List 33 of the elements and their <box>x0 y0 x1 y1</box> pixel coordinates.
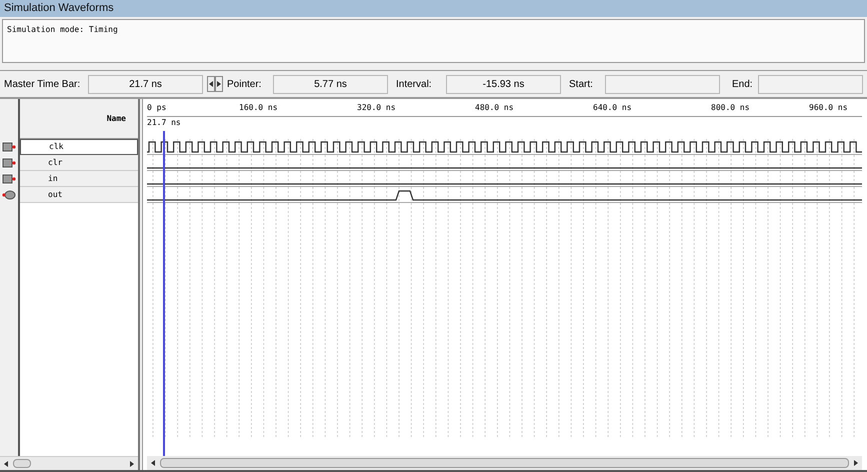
time-tick-label: 800.0 ns <box>711 102 750 114</box>
interval-label: Interval: <box>396 78 433 92</box>
signal-name[interactable]: in <box>20 171 138 187</box>
scroll-left-icon[interactable] <box>4 460 9 466</box>
start-label: Start: <box>569 78 594 92</box>
scrollbar-thumb[interactable] <box>160 458 849 468</box>
pointer-field[interactable]: 5.77 ns <box>273 74 388 94</box>
pointer-label: Pointer: <box>227 78 262 92</box>
signal-name[interactable]: clk <box>20 139 138 155</box>
scroll-right-icon[interactable] <box>129 460 134 466</box>
message-panel: Simulation mode: Timing <box>2 19 865 63</box>
signal-name[interactable]: clr <box>20 155 138 171</box>
window-title: Simulation Waveforms <box>0 0 867 17</box>
end-label: End: <box>732 78 754 92</box>
master-time-bar-field[interactable]: 21.7 ns <box>88 74 203 94</box>
scroll-right-icon[interactable] <box>853 460 858 466</box>
cursor-time-label: 21.7 ns <box>147 117 181 129</box>
time-tick-label: 320.0 ns <box>357 102 396 114</box>
right-arrow-icon <box>217 81 221 87</box>
time-tick-label: 960.0 ns <box>809 102 848 114</box>
scrollbar-thumb[interactable] <box>13 459 31 468</box>
previous-button[interactable] <box>207 76 215 92</box>
time-tick-label: 480.0 ns <box>475 102 514 114</box>
scroll-left-icon[interactable] <box>151 460 156 466</box>
start-field[interactable] <box>605 74 720 94</box>
time-tick-label: 0 ps <box>147 102 166 114</box>
end-field[interactable] <box>758 74 863 94</box>
master-time-bar-label: Master Time Bar: <box>4 78 82 92</box>
interval-field[interactable]: -15.93 ns <box>446 74 561 94</box>
left-arrow-icon <box>209 81 213 87</box>
time-tick-label: 160.0 ns <box>239 102 278 114</box>
next-button[interactable] <box>215 76 223 92</box>
time-tick-label: 640.0 ns <box>593 102 632 114</box>
